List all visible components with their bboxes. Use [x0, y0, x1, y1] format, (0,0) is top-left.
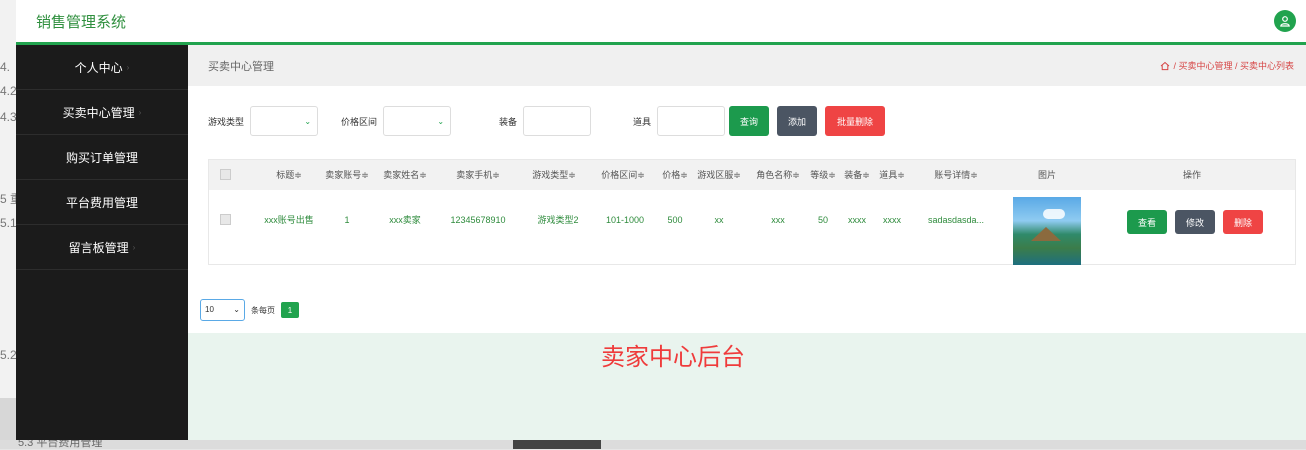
- game-type-label: 游戏类型: [208, 116, 245, 127]
- col-header[interactable]: 角色名称≑: [752, 160, 804, 190]
- footer-area: 卖家中心后台: [188, 333, 1306, 440]
- row-image[interactable]: [1013, 197, 1081, 265]
- cell-game-type: 游戏类型2: [537, 215, 579, 225]
- edit-button[interactable]: 修改: [1175, 210, 1216, 234]
- breadcrumb-bar: 买卖中心管理 / 买卖中心管理 / 买卖中心列表: [188, 45, 1306, 86]
- delete-button[interactable]: 删除: [1223, 210, 1264, 234]
- table-row: xxx账号出售 1 xxx卖家 12345678910 游戏类型2 101-10…: [209, 190, 1295, 265]
- table-header: 标题≑ 卖家账号≑ 卖家姓名≑ 卖家手机≑ 游戏类型≑ 价格区间≑ 价格≑ 游戏…: [209, 160, 1295, 190]
- page-size-value: 10: [205, 305, 214, 314]
- bg-digit: 4.: [0, 60, 11, 74]
- props-label: 道具: [633, 116, 652, 127]
- sidebar-item-label: 购买订单管理: [65, 150, 138, 165]
- chevron-icon: ›: [126, 62, 130, 72]
- col-header: 操作: [1182, 170, 1201, 180]
- equipment-label: 装备: [499, 116, 518, 127]
- page-size-select[interactable]: 10 ⌄: [200, 299, 245, 321]
- props-input[interactable]: [657, 106, 726, 136]
- view-button[interactable]: 查看: [1127, 210, 1168, 234]
- bg-digit: 4.2: [0, 84, 17, 98]
- bg-bottom-strip: 5.3 平台费用管理: [0, 437, 1306, 449]
- top-header: 销售管理系统: [16, 0, 1306, 45]
- batch-delete-button[interactable]: 批量删除: [825, 106, 886, 136]
- image-cloud: [1043, 209, 1065, 219]
- col-header[interactable]: 价格区间≑: [598, 160, 648, 190]
- data-table: 标题≑ 卖家账号≑ 卖家姓名≑ 卖家手机≑ 游戏类型≑ 价格区间≑ 价格≑ 游戏…: [208, 159, 1296, 265]
- home-icon[interactable]: [1160, 61, 1170, 71]
- cell-server: xx: [714, 215, 724, 225]
- cell-price-range: 101-1000: [605, 215, 645, 225]
- game-type-select[interactable]: ⌄: [250, 106, 319, 136]
- col-header[interactable]: 装备≑: [840, 160, 874, 190]
- col-header[interactable]: 账号详情≑: [921, 160, 991, 190]
- sidebar-item-label: 留言板管理: [68, 240, 129, 255]
- chevron-down-icon: ⌄: [233, 305, 240, 314]
- user-icon[interactable]: [1274, 10, 1296, 32]
- chevron-icon: ›: [138, 107, 142, 117]
- bg-digit: 4.3: [0, 110, 17, 124]
- page-title: 买卖中心管理: [208, 60, 274, 73]
- seller-center-title: 卖家中心后台: [601, 344, 745, 371]
- row-checkbox[interactable]: [220, 214, 231, 225]
- add-button[interactable]: 添加: [777, 106, 818, 136]
- cell-equipment: xxxx: [848, 215, 866, 225]
- sidebar-item-message-board[interactable]: 留言板管理 ›: [16, 225, 188, 270]
- query-button[interactable]: 查询: [729, 106, 770, 136]
- col-header[interactable]: 道具≑: [875, 160, 909, 190]
- select-all-checkbox[interactable]: [220, 169, 231, 180]
- cell-account-detail: sadasdasda...: [927, 215, 985, 225]
- chevron-icon: ›: [132, 242, 136, 252]
- breadcrumb-path[interactable]: / 买卖中心管理 / 买卖中心列表: [1173, 59, 1294, 72]
- cell-props: xxxx: [883, 215, 901, 225]
- price-range-select[interactable]: ⌄: [383, 106, 452, 136]
- col-header: 图片: [1037, 170, 1056, 180]
- chevron-down-icon: ⌄: [437, 117, 445, 126]
- price-range-label: 价格区间: [341, 116, 378, 127]
- image-hut: [1031, 227, 1061, 241]
- per-page-label: 条每页: [251, 305, 275, 315]
- main-content: 买卖中心管理 / 买卖中心管理 / 买卖中心列表 游戏类型 ⌄ 价格区间 ⌄ 装…: [188, 45, 1306, 440]
- cell-role-name: xxx: [771, 215, 785, 225]
- breadcrumb: / 买卖中心管理 / 买卖中心列表: [1160, 59, 1294, 72]
- pagination: 10 ⌄ 条每页 1: [200, 299, 299, 321]
- col-header[interactable]: 游戏类型≑: [529, 160, 579, 190]
- col-header[interactable]: 标题≑: [264, 160, 314, 190]
- sidebar-item-label: 个人中心: [74, 60, 123, 75]
- sidebar-item-platform-fees[interactable]: 平台费用管理: [16, 180, 188, 225]
- sidebar: 个人中心 › 买卖中心管理 › 购买订单管理 平台费用管理 留言板管理 ›: [16, 45, 188, 440]
- col-header[interactable]: 游戏区服≑: [693, 160, 745, 190]
- person-glyph: [1280, 16, 1290, 27]
- col-header[interactable]: 卖家账号≑: [322, 160, 372, 190]
- col-header[interactable]: 卖家姓名≑: [380, 160, 430, 190]
- col-header[interactable]: 卖家手机≑: [449, 160, 507, 190]
- app-window: 销售管理系统 个人中心 › 买卖中心管理 › 购买订单管理 平台费用管理 留言板管理…: [16, 0, 1306, 440]
- sidebar-item-purchase-orders[interactable]: 购买订单管理: [16, 135, 188, 180]
- cell-price: 500: [667, 215, 683, 225]
- sidebar-item-label: 买卖中心管理: [62, 105, 135, 120]
- sidebar-item-trade-center[interactable]: 买卖中心管理 ›: [16, 90, 188, 135]
- cell-title: xxx账号出售: [264, 215, 314, 225]
- page-number-current[interactable]: 1: [281, 302, 299, 318]
- chevron-down-icon: ⌄: [304, 117, 312, 126]
- bg-digit: 5.2: [0, 348, 17, 362]
- bg-digit: 5.1: [0, 216, 17, 230]
- app-title: 销售管理系统: [36, 13, 127, 31]
- cell-seller-phone: 12345678910: [450, 215, 506, 225]
- equipment-input[interactable]: [523, 106, 592, 136]
- row-actions: 查看 修改 删除: [1127, 210, 1264, 234]
- bg-dark-chip: [513, 440, 601, 449]
- search-form: 游戏类型 ⌄ 价格区间 ⌄ 装备 道具 查询 添加 批量删除: [208, 105, 886, 137]
- sidebar-item-personal-center[interactable]: 个人中心 ›: [16, 45, 188, 90]
- cell-level: 50: [817, 215, 828, 225]
- sidebar-item-label: 平台费用管理: [65, 195, 138, 210]
- cell-seller-account: 1: [344, 215, 350, 225]
- list-panel: 游戏类型 ⌄ 价格区间 ⌄ 装备 道具 查询 添加 批量删除 标题≑ 卖家账号≑…: [188, 86, 1306, 333]
- cell-seller-name: xxx卖家: [389, 215, 421, 225]
- col-header[interactable]: 等级≑: [806, 160, 840, 190]
- col-header[interactable]: 价格≑: [658, 160, 692, 190]
